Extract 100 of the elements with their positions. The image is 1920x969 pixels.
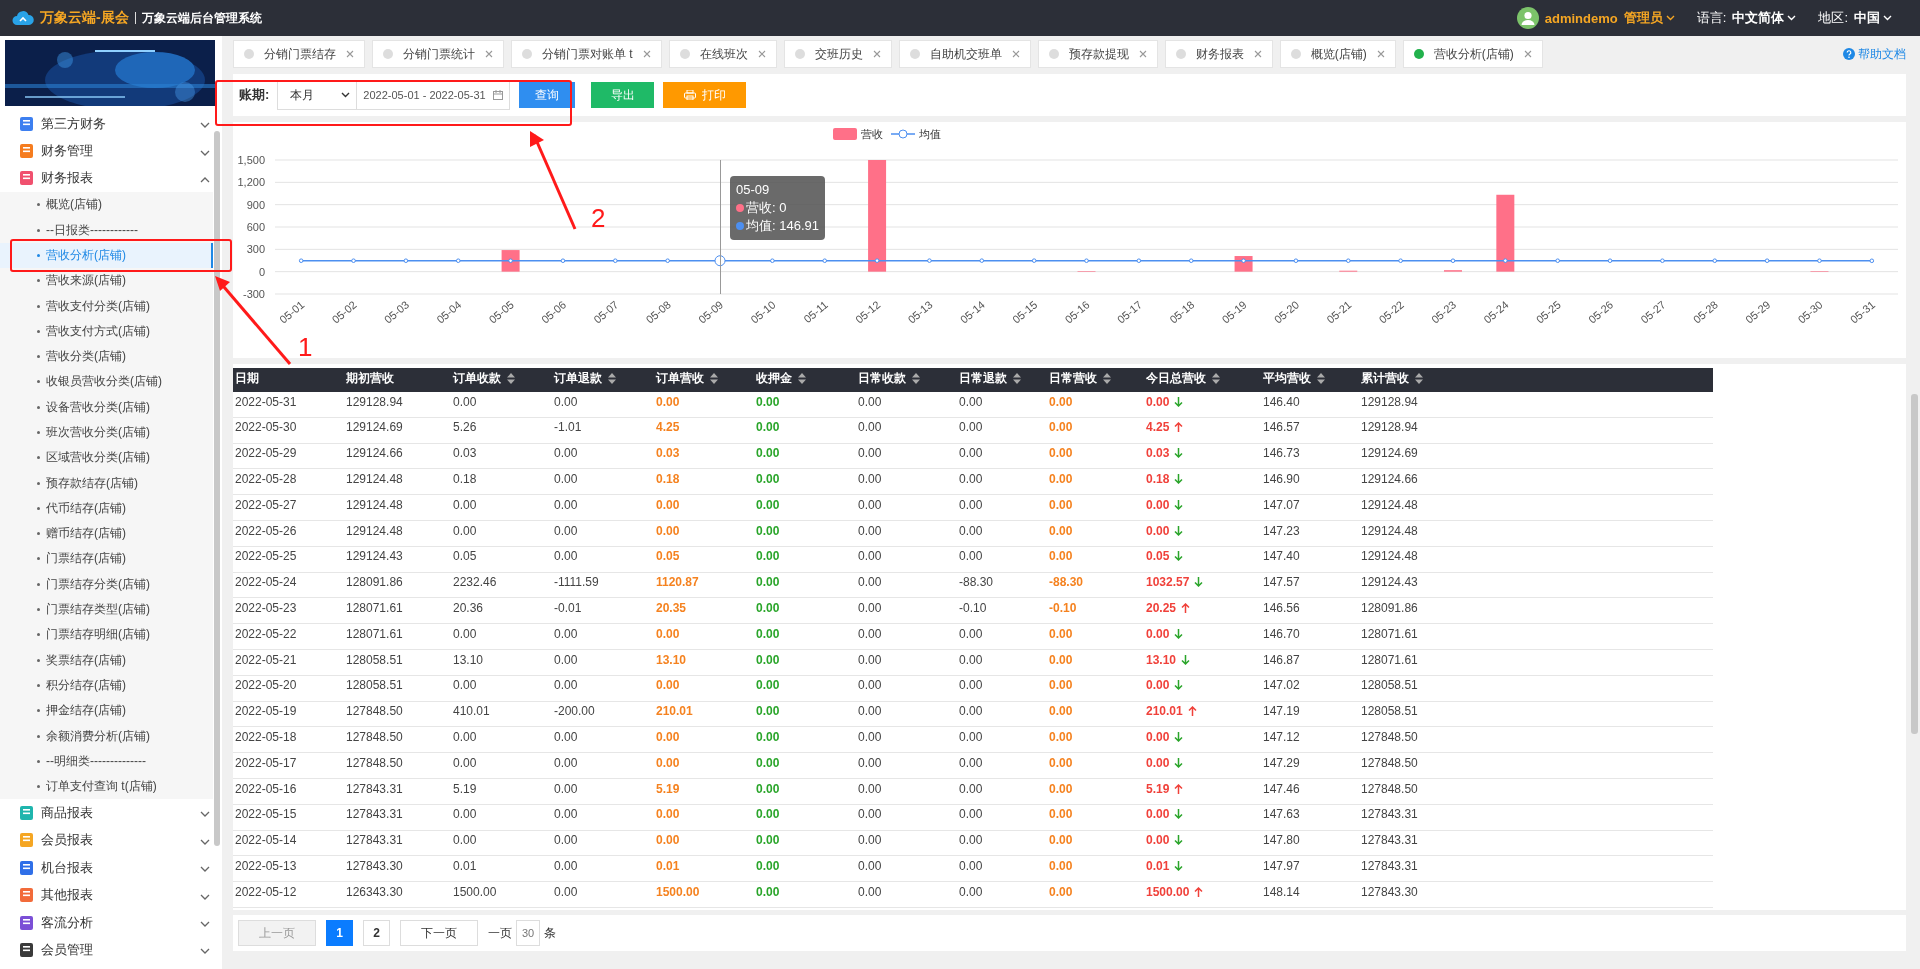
sidebar-item[interactable]: 营收分类(店铺) bbox=[0, 343, 213, 370]
sidebar-item[interactable]: 奖票结存(店铺) bbox=[0, 647, 213, 673]
page-button[interactable]: 2 bbox=[363, 920, 390, 946]
sort-icon[interactable] bbox=[507, 372, 515, 384]
table-cell: 0.00 bbox=[1049, 394, 1073, 409]
sidebar-item[interactable]: 押金结存(店铺) bbox=[0, 698, 213, 724]
sidebar-item[interactable]: 营收支付分类(店铺) bbox=[0, 293, 213, 319]
tab[interactable]: 财务报表 bbox=[1164, 40, 1273, 68]
table-cell: 410.01 bbox=[453, 704, 490, 719]
column-header[interactable]: 收押金 bbox=[756, 369, 806, 387]
table-cell: 129124.48 bbox=[346, 497, 403, 512]
sort-icon[interactable] bbox=[798, 372, 806, 384]
sidebar-item[interactable]: 余额消费分析(店铺) bbox=[0, 723, 213, 749]
sort-icon[interactable] bbox=[1317, 372, 1325, 384]
chart-legend[interactable]: 营收 均值 bbox=[833, 128, 941, 140]
sidebar-item[interactable]: 预存款结存(店铺) bbox=[0, 470, 213, 496]
tab[interactable]: 概览(店铺) bbox=[1279, 40, 1396, 68]
close-icon[interactable] bbox=[1523, 50, 1532, 58]
sidebar-item[interactable]: 积分结存(店铺) bbox=[0, 672, 213, 699]
data-point bbox=[1503, 258, 1508, 263]
period-select[interactable]: 本月 bbox=[277, 80, 358, 110]
column-header[interactable]: 订单退款 bbox=[554, 369, 616, 387]
column-header[interactable]: 日常退款 bbox=[959, 369, 1021, 387]
sidebar-item[interactable]: 订单支付查询 t(店铺) bbox=[0, 774, 213, 800]
table-cell: 129124.43 bbox=[346, 549, 403, 564]
sort-icon[interactable] bbox=[608, 372, 616, 384]
tab[interactable]: 营收分析(店铺) bbox=[1402, 40, 1543, 68]
sort-icon[interactable] bbox=[1013, 372, 1021, 384]
tab[interactable]: 交班历史 bbox=[783, 40, 892, 68]
table-cell: 0.00 bbox=[656, 833, 680, 848]
sort-icon[interactable] bbox=[710, 372, 718, 384]
close-icon[interactable] bbox=[1253, 50, 1262, 58]
sidebar-group[interactable]: 客流分析 bbox=[0, 908, 226, 937]
sidebar-item[interactable]: 班次营收分类(店铺) bbox=[0, 419, 213, 446]
region-dropdown[interactable]: 中国 bbox=[1854, 9, 1892, 27]
close-icon[interactable] bbox=[1011, 50, 1020, 58]
tab[interactable]: 分销门票结存 bbox=[233, 40, 365, 68]
sidebar-item[interactable]: 营收来源(店铺) bbox=[0, 268, 213, 294]
tab[interactable]: 分销门票对账单 t bbox=[511, 40, 662, 68]
role-dropdown[interactable]: 管理员 bbox=[1623, 9, 1675, 27]
user-name[interactable]: admindemo bbox=[1544, 10, 1618, 26]
sidebar-item[interactable]: 概览(店铺) bbox=[0, 192, 213, 218]
sidebar-group[interactable]: 第三方财务 bbox=[0, 110, 226, 138]
close-icon[interactable] bbox=[485, 50, 493, 58]
table-cell: 0.00 bbox=[959, 859, 983, 874]
sidebar-item[interactable]: 营收支付方式(店铺) bbox=[0, 318, 213, 344]
sidebar-item[interactable]: 门票结存明细(店铺) bbox=[0, 622, 213, 648]
column-header[interactable]: 日常营收 bbox=[1049, 369, 1111, 387]
close-icon[interactable] bbox=[1376, 50, 1385, 58]
table-cell: 0.00 bbox=[554, 652, 578, 667]
table-cell: 0.00 bbox=[1146, 394, 1170, 409]
tab[interactable]: 在线班次 bbox=[668, 40, 777, 68]
table-cell: 2022-05-18 bbox=[235, 730, 297, 745]
sidebar-item[interactable]: 收银员营收分类(店铺) bbox=[0, 369, 213, 395]
language-dropdown[interactable]: 中文简体 bbox=[1732, 9, 1797, 27]
sidebar-group[interactable]: 财务管理 bbox=[0, 137, 226, 165]
column-header[interactable]: 今日总营收 bbox=[1146, 369, 1220, 387]
sidebar-group[interactable]: 其他报表 bbox=[0, 881, 226, 909]
column-header[interactable]: 订单收款 bbox=[453, 369, 515, 387]
column-header[interactable]: 日常收款 bbox=[858, 369, 920, 387]
sidebar-group[interactable]: 财务报表 bbox=[0, 164, 226, 193]
sidebar-item[interactable]: --日报类------------ bbox=[0, 217, 213, 243]
column-header[interactable]: 累计营收 bbox=[1361, 369, 1423, 387]
sidebar-item[interactable]: 代币结存(店铺) bbox=[0, 495, 213, 522]
data-point bbox=[1869, 258, 1875, 264]
sidebar-group[interactable]: 机台报表 bbox=[0, 854, 226, 882]
tab[interactable]: 分销门票统计 bbox=[372, 40, 504, 68]
sidebar-item[interactable]: 区域营收分类(店铺) bbox=[0, 445, 213, 471]
page-size-field[interactable]: 30 bbox=[516, 920, 540, 946]
sidebar-group[interactable]: 会员报表 bbox=[0, 826, 226, 855]
sidebar-item[interactable]: 设备营收分类(店铺) bbox=[0, 394, 213, 420]
sidebar-item[interactable]: --明细类-------------- bbox=[0, 748, 213, 774]
close-icon[interactable] bbox=[346, 50, 354, 58]
sidebar-item[interactable]: 门票结存类型(店铺) bbox=[0, 596, 213, 623]
sort-icon[interactable] bbox=[1212, 372, 1220, 384]
sidebar-group[interactable]: 会员管理 bbox=[0, 936, 226, 964]
tab[interactable]: 自助机交班单 bbox=[898, 40, 1031, 68]
sidebar-item[interactable]: 门票结存分类(店铺) bbox=[0, 571, 213, 597]
close-icon[interactable] bbox=[642, 50, 651, 58]
next-page-button[interactable]: 下一页 bbox=[400, 920, 478, 946]
table-cell: 0.00 bbox=[756, 420, 780, 435]
date-range-field[interactable]: 2022-05-01 - 2022-05-31 bbox=[357, 80, 511, 110]
scrollbar[interactable] bbox=[214, 131, 220, 846]
close-icon[interactable] bbox=[872, 50, 881, 58]
table-cell: 0.00 bbox=[756, 704, 780, 719]
table-cell: 2022-05-14 bbox=[235, 833, 297, 848]
close-icon[interactable] bbox=[757, 50, 766, 58]
tab[interactable]: 预存款提现 bbox=[1037, 40, 1158, 68]
page-button[interactable]: 1 bbox=[326, 920, 353, 946]
close-icon[interactable] bbox=[1138, 50, 1147, 58]
column-header[interactable]: 平均营收 bbox=[1263, 369, 1325, 387]
table-cell: 128071.61 bbox=[346, 626, 403, 641]
sort-icon[interactable] bbox=[912, 372, 920, 384]
sidebar-item[interactable]: 赠币结存(店铺) bbox=[0, 521, 213, 547]
sort-icon[interactable] bbox=[1103, 372, 1111, 384]
scrollbar[interactable] bbox=[1911, 394, 1918, 734]
column-header[interactable]: 订单营收 bbox=[656, 369, 718, 387]
sidebar-item[interactable]: 门票结存(店铺) bbox=[0, 546, 213, 572]
sort-icon[interactable] bbox=[1415, 372, 1423, 384]
sidebar-group[interactable]: 商品报表 bbox=[0, 799, 226, 827]
